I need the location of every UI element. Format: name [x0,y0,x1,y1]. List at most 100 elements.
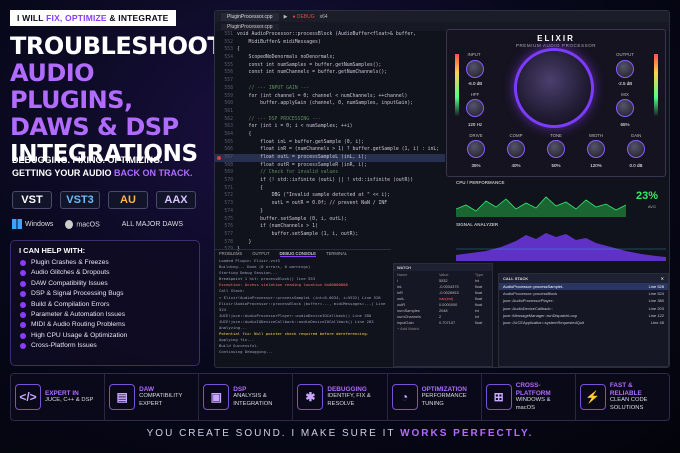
play-icon[interactable]: ▶ [284,14,288,20]
knob-gain[interactable] [627,140,645,158]
tab-debug-console[interactable]: DEBUG CONSOLE [279,251,317,257]
tab-problems[interactable]: PROBLEMS [219,251,242,256]
analyzer-spectrum [456,233,666,261]
knob-drive[interactable] [467,140,485,158]
feature-item: ▤ DAW COMPATIBILITY EXPERT [105,374,200,420]
feature-item: ⚡ FAST & RELIABLE CLEAN CODE SOLUTIONS [576,374,669,420]
os-mac: macOS [65,219,100,229]
code-text: // --- INPUT GAIN --- [237,85,310,91]
output-knob[interactable] [616,60,634,78]
badge-au: AU [108,191,148,209]
tab-terminal[interactable]: TERMINAL [326,251,347,256]
call-stack-function: juce::MessageManager::runDispatchLoop [503,312,578,318]
code-line: 557 [215,77,445,85]
subline-2: GETTING YOUR AUDIO BACK ON TRACK. [12,167,222,180]
tagline-pre: I WILL [17,13,47,23]
knob-label: WIDTH [588,133,604,138]
line-number: 555 [224,62,233,68]
code-editor[interactable]: 551 void AudioProcessor::processBlock (Au… [215,31,445,255]
watch-row[interactable]: inputGain 0.707107 float [394,319,492,325]
code-text: } [237,208,263,214]
feature-desc: IDENTIFY, FIX & RESOLVE [327,393,371,407]
breakpoint-icon[interactable] [217,155,221,160]
tab-output[interactable]: OUTPUT [252,251,269,256]
line-number: 568 [224,162,233,168]
code-text: buffer.setSample (1, i, outR); [237,231,359,237]
feature-desc: ANALYSIS & INTEGRATION [233,393,273,407]
code-text: buffer.applyGain (channel, 0, numSamples… [237,101,414,107]
knob-value: 0.0 dB [629,163,643,168]
feature-strip: </> EXPERT IN JUCE, C++ & DSP ▤ DAW COMPATIBI… [10,373,670,421]
code-line: 569 // Check for invalid values [215,169,445,177]
call-stack-item[interactable]: juce::JUCEApplication::systemRequestedQu… [499,319,668,326]
call-stack-line: Line 528 [648,284,664,290]
feature-title: CROSS-PLATFORM [515,382,551,397]
call-stack-item[interactable]: AudioProcessor::processSampleL Line 528 [499,283,668,291]
code-text: DBG ("Invalid sample detected at " << i)… [237,193,391,199]
input-knob[interactable] [466,60,484,78]
feature-desc: COMPATIBILITY EXPERT [139,393,183,407]
line-number: 575 [224,216,233,222]
file-selector[interactable]: PluginProcessor.cpp [221,12,279,21]
plugin-title: ELIXIR [537,34,575,43]
tab-file[interactable]: PluginProcessor.cpp [221,23,279,30]
call-stack-item[interactable]: juce::AudioProcessorPlayer:: Line 380 [499,297,668,304]
code-text: // Check for invalid values [237,170,339,176]
feature-icon: ▣ [203,384,230,410]
line-number: 554 [224,55,233,61]
code-line: 576 if (numChannels > 1) [215,223,445,231]
console-line: > Elixir!AudioProcessor::processSampleL … [219,294,381,300]
os-windows-label: Windows [25,220,54,228]
code-text: if (! std::isfinite (outL) || ! std::isf… [237,178,414,184]
call-stack-function: juce::AudioDeviceCallback:: [503,305,553,311]
knob-comp[interactable] [507,140,525,158]
line-number: 552 [224,39,233,45]
call-stack-item[interactable]: juce::AudioDeviceCallback:: Line 203 [499,305,668,312]
hpf-knob[interactable] [466,99,484,117]
call-stack-line: Line 122 [648,312,664,318]
mix-knob[interactable] [616,99,634,117]
output-value: -2.5 dB [617,81,633,86]
ide-toolbar: PluginProcessor.cpp ▶ ● DEBUG x64 [215,11,669,22]
performance-panel: CPU / PERFORMANCE 23% AVG [456,180,666,222]
call-stack-item[interactable]: juce::MessageManager::runDispatchLoop Lin… [499,312,668,319]
help-item: Cross-Platform Issues [19,341,191,351]
code-line: 556 const int numChannels = buffer.getNu… [215,69,445,77]
mix-value: 65% [620,122,630,127]
input-value: -6.0 dB [467,81,483,86]
add-watch-button[interactable]: + Add Watch [394,325,492,332]
close-icon[interactable]: ✕ [661,276,664,281]
feature-text: DEBUGGING IDENTIFY, FIX & RESOLVE [327,386,382,409]
main-knob[interactable] [517,51,591,125]
arch-selector[interactable]: x64 [320,14,328,20]
code-text: { [237,47,240,53]
apple-icon [65,219,74,229]
help-item: Audio Glitches & Dropouts [19,268,191,278]
code-line: 571 { [215,185,445,193]
feature-desc: CLEAN CODE SOLUTIONS [609,397,648,411]
feature-title: OPTIMIZATION [421,385,467,393]
watch-panel: WATCH Name Value Type i 5532 int inL -0.0034… [393,263,493,367]
plugin-window: ELIXIR PREMIUM AUDIO PROCESSOR INPUT -6.… [446,29,666,177]
knob-width[interactable] [587,140,605,158]
headline-line-3: DAWS & DSP [10,113,179,141]
call-stack-line: Line 380 [648,298,664,304]
feature-icon: ⚡ [579,384,606,410]
watch-row[interactable]: numSamples 2048 int [394,307,492,313]
feature-icon: ▤ [109,384,136,410]
code-line: 551 void AudioProcessor::processBlock (Au… [215,31,445,39]
panel-tabs: PROBLEMS OUTPUT DEBUG CONSOLE TERMINAL [215,249,391,257]
watch-table: Name Value Type i 5532 int inL -0.0034375 flo… [394,271,492,325]
call-stack-title: CALL STACK [503,276,529,281]
hpf-label: HPF [470,92,480,97]
code-line: 573 outL = outR = 0.0f; // prevent NaN /… [215,200,445,208]
call-stack-item[interactable]: AudioProcessor::processBlock Line 524 [499,290,668,297]
line-number: 569 [224,170,233,176]
cpu-percent: 23% [635,190,658,202]
help-item: MIDI & Audio Routing Problems [19,320,191,330]
feature-title: DAW [139,385,155,393]
feature-icon: ✱ [297,384,324,410]
knob-tone[interactable] [547,140,565,158]
feature-item: </> EXPERT IN JUCE, C++ & DSP [11,374,106,420]
knob-label: GAIN [630,133,642,138]
